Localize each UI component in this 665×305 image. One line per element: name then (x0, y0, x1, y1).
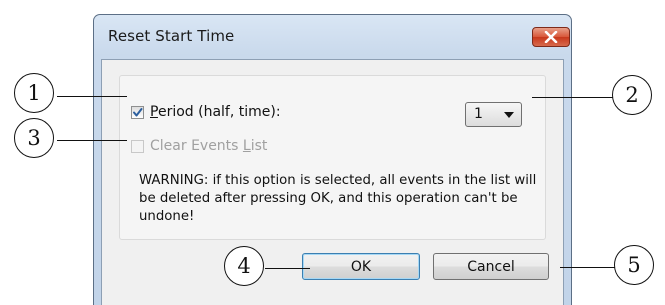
callout-1: 1 (14, 73, 54, 113)
callout-1-leader (57, 96, 127, 97)
close-icon (544, 31, 558, 43)
dialog-title: Reset Start Time (108, 27, 235, 45)
warning-text: WARNING: if this option is selected, all… (139, 173, 537, 224)
period-select-value: 1 (474, 106, 483, 122)
callout-2: 2 (612, 75, 652, 115)
callout-3-leader (57, 140, 127, 141)
dialog-client-area: Period (half, time): 1 Clear Events List… (101, 59, 564, 305)
period-label-text: eriod (half, time): (157, 104, 281, 120)
clear-events-checkbox[interactable] (131, 140, 144, 153)
cancel-button[interactable]: Cancel (433, 253, 549, 280)
options-group: Period (half, time): 1 Clear Events List… (119, 75, 546, 240)
period-select[interactable]: 1 (465, 102, 522, 127)
callout-3: 3 (14, 118, 54, 158)
chevron-down-icon (504, 112, 514, 118)
clear-events-label: Clear Events List (150, 138, 267, 154)
period-label-accelerator: P (150, 104, 158, 120)
callout-2-leader (532, 97, 614, 98)
checkmark-icon (133, 108, 143, 117)
callout-4-leader (265, 268, 310, 269)
callout-5-leader (560, 267, 616, 268)
period-label[interactable]: Period (half, time): (150, 104, 281, 120)
figure: Reset Start Time Period (half, time): 1 (0, 0, 665, 305)
clear-events-label-text: Clear Events (150, 138, 243, 154)
callout-5: 5 (614, 245, 654, 285)
period-checkbox[interactable] (131, 106, 144, 119)
clear-events-label-accelerator: L (242, 138, 251, 154)
ok-button[interactable]: OK (302, 253, 420, 280)
close-button[interactable] (532, 27, 570, 47)
clear-events-label-text-end: ist (250, 138, 268, 154)
callout-4: 4 (224, 246, 264, 286)
dialog-window: Reset Start Time Period (half, time): 1 (93, 14, 572, 305)
